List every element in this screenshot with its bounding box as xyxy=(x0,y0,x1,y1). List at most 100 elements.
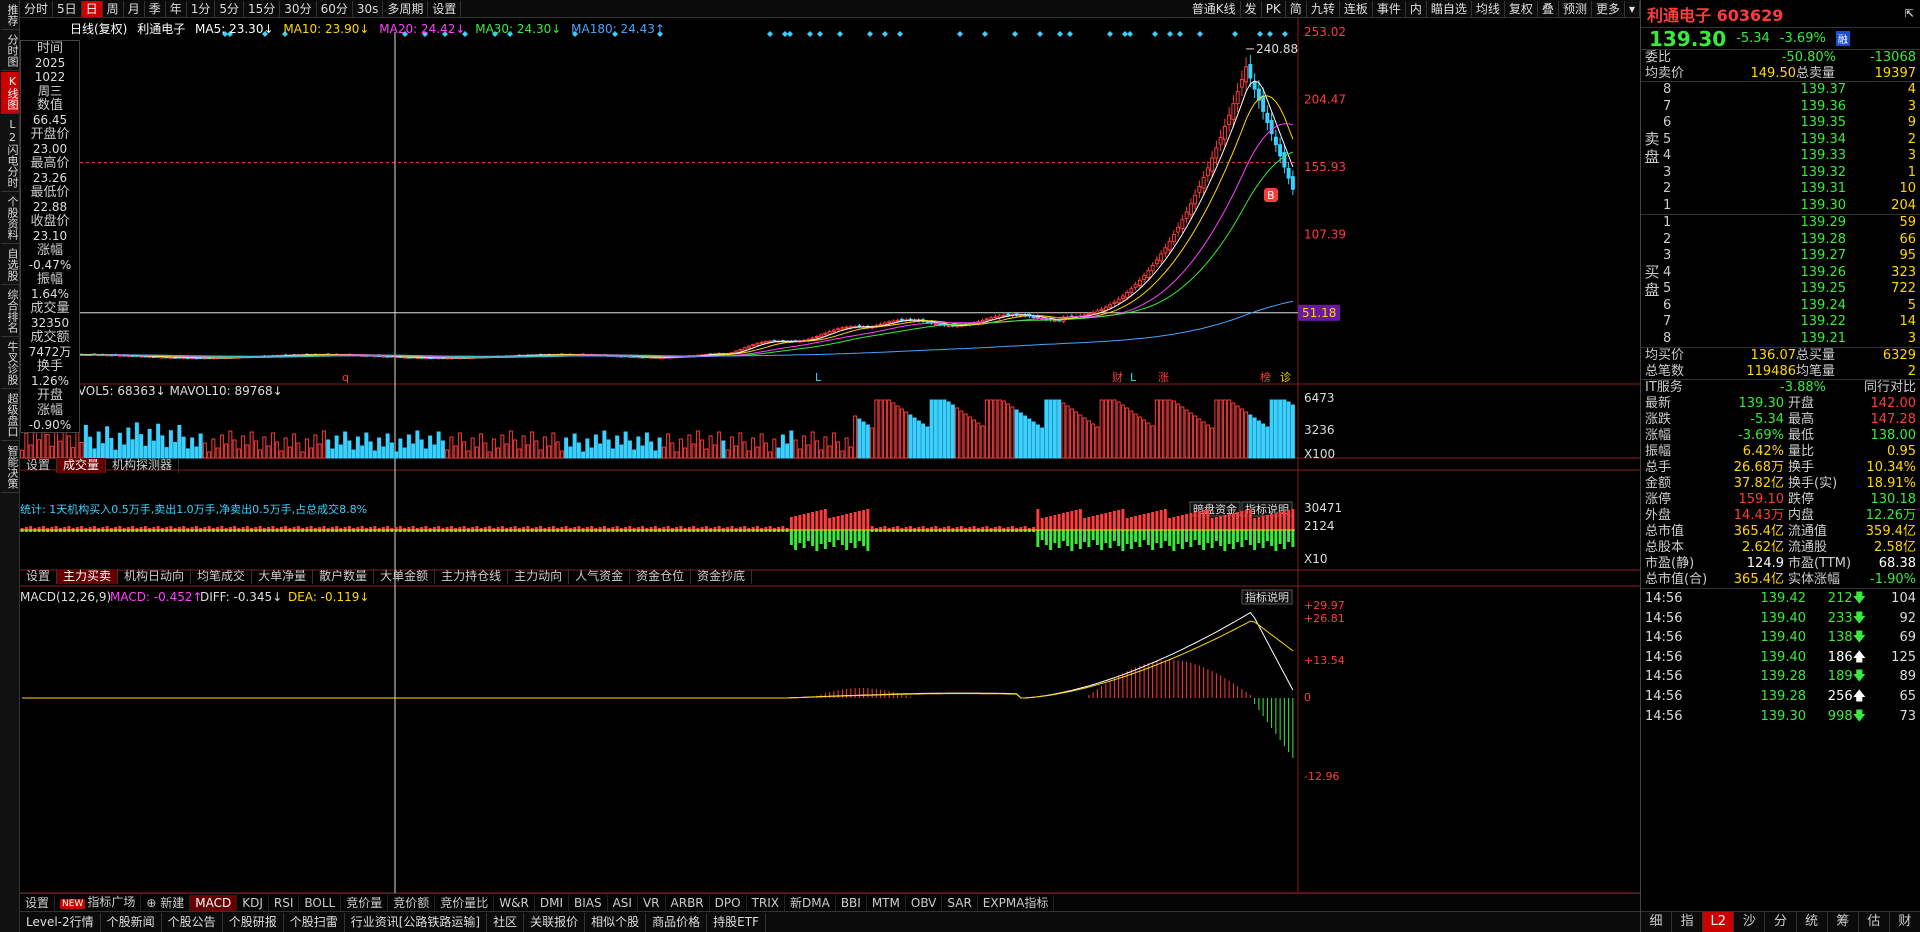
fund-tab-0[interactable]: 设置 xyxy=(20,569,58,584)
bottom-link-1[interactable]: 个股新闻 xyxy=(101,912,162,932)
sell-row[interactable]: 3 139.32 1 xyxy=(1641,165,1920,182)
indicator-tab-20[interactable]: MTM xyxy=(867,894,906,911)
indicator-tab-16[interactable]: DPO xyxy=(710,894,747,911)
tick-list[interactable]: 14:56 139.42 212🡇 104 14:56 139.40 233🡇 92 14:56… xyxy=(1641,589,1920,726)
event-marker[interactable]: L xyxy=(815,371,822,384)
fund-tab-6[interactable]: 大单金额 xyxy=(374,569,436,584)
tool-button-11[interactable]: 叠 xyxy=(1538,0,1559,17)
bottom-link-7[interactable]: 关联报价 xyxy=(524,912,586,932)
indicator-tab-21[interactable]: OBV xyxy=(906,894,943,911)
indicator-tab-9[interactable]: 竞价量比 xyxy=(435,894,495,911)
sell-row[interactable]: 6 139.35 9 xyxy=(1641,115,1920,132)
period-button-14[interactable]: 设置 xyxy=(428,0,462,17)
period-button-0[interactable]: 分时 xyxy=(20,0,54,17)
bottom-link-6[interactable]: 社区 xyxy=(487,912,525,932)
indicator-tab-12[interactable]: BIAS xyxy=(569,894,608,911)
period-button-12[interactable]: 30s xyxy=(353,0,384,17)
tool-button-12[interactable]: 预测 xyxy=(1559,0,1592,17)
sell-row[interactable]: 2 139.31 10 xyxy=(1641,181,1920,198)
event-marker[interactable]: q xyxy=(342,371,349,384)
period-button-11[interactable]: 60分 xyxy=(317,0,353,17)
tick-row[interactable]: 14:56 139.30 998🡇 73 xyxy=(1641,707,1920,727)
buy-row[interactable]: 6 139.24 5 xyxy=(1641,298,1920,315)
tool-button-9[interactable]: 均线 xyxy=(1472,0,1505,17)
left-nav-item-6[interactable]: 综合排名 xyxy=(1,286,19,337)
fund-tab-3[interactable]: 均笔成交 xyxy=(191,569,253,584)
vol-tab-0[interactable]: 设置 xyxy=(20,458,58,473)
quote-tab-6[interactable]: 筹 xyxy=(1828,912,1859,932)
period-button-6[interactable]: 年 xyxy=(166,0,187,17)
dropdown-icon[interactable]: ▾ xyxy=(1625,0,1640,17)
period-button-7[interactable]: 1分 xyxy=(187,0,216,17)
tool-button-6[interactable]: 事件 xyxy=(1373,0,1406,17)
fund-tab-9[interactable]: 人气资金 xyxy=(569,569,631,584)
fund-tab-2[interactable]: 机构日动向 xyxy=(118,569,192,584)
quote-tab-1[interactable]: 指 xyxy=(1672,912,1704,932)
pin-icon[interactable]: ⇱ xyxy=(1905,7,1914,20)
kline-chart-area[interactable]: 253.02204.47155.93107.3951.18240.88q L 财 L 涨… xyxy=(20,18,1640,911)
peer-compare-link[interactable]: 同行对比 xyxy=(1826,380,1916,396)
tick-row[interactable]: 14:56 139.40 138🡇 69 xyxy=(1641,628,1920,648)
tick-row[interactable]: 14:56 139.28 189🡇 89 xyxy=(1641,667,1920,687)
period-button-3[interactable]: 周 xyxy=(103,0,124,17)
period-button-4[interactable]: 月 xyxy=(124,0,145,17)
tool-button-5[interactable]: 连板 xyxy=(1340,0,1373,17)
indicator-tab-0[interactable]: 设置 xyxy=(20,894,56,911)
left-nav-item-9[interactable]: 智能决策 xyxy=(1,442,19,493)
sell-row[interactable]: 4 139.33 3 xyxy=(1641,148,1920,165)
event-marker[interactable]: 诊 xyxy=(1280,370,1291,384)
tool-button-2[interactable]: PK xyxy=(1262,0,1286,17)
buy-row[interactable]: 7 139.22 14 xyxy=(1641,314,1920,331)
vol-tab-2[interactable]: 机构探测器 xyxy=(106,458,180,473)
sell-row[interactable]: 1 139.30 204 xyxy=(1641,198,1920,215)
fund-tab-8[interactable]: 主力动向 xyxy=(508,569,570,584)
left-nav-item-0[interactable]: 推荐 xyxy=(1,1,19,30)
vol-tab-1[interactable]: 成交量 xyxy=(57,458,107,473)
fund-tab-7[interactable]: 主力持仓线 xyxy=(435,569,509,584)
left-nav-item-8[interactable]: 超级盘口 xyxy=(1,390,19,441)
sell-row[interactable]: 5 139.34 2 xyxy=(1641,132,1920,149)
indicator-tab-18[interactable]: 新DMA xyxy=(785,894,836,911)
indicator-tab-2[interactable]: ⊕ 新建 xyxy=(141,894,191,911)
buy-row[interactable]: 5 139.25 722 xyxy=(1641,281,1920,298)
bottom-link-4[interactable]: 个股扫雷 xyxy=(284,912,345,932)
indicator-tab-14[interactable]: VR xyxy=(638,894,666,911)
tool-button-8[interactable]: 瞄自选 xyxy=(1427,0,1472,17)
tool-button-13[interactable]: 更多 xyxy=(1592,0,1625,17)
fund-tab-4[interactable]: 大单净量 xyxy=(252,569,314,584)
bottom-link-9[interactable]: 商品价格 xyxy=(646,912,708,932)
tool-button-7[interactable]: 内 xyxy=(1406,0,1427,17)
period-button-2[interactable]: 日 xyxy=(81,0,103,17)
indicator-tab-15[interactable]: ARBR xyxy=(666,894,710,911)
tool-button-1[interactable]: 发 xyxy=(1241,0,1262,17)
sell-row[interactable]: 8 139.37 4 xyxy=(1641,82,1920,99)
bottom-link-3[interactable]: 个股研报 xyxy=(223,912,284,932)
indicator-tab-22[interactable]: SAR xyxy=(942,894,978,911)
bottom-link-10[interactable]: 持股ETF xyxy=(707,912,766,932)
fund-tab-5[interactable]: 散户数量 xyxy=(313,569,375,584)
indicator-tab-13[interactable]: ASI xyxy=(608,894,638,911)
event-marker[interactable]: 财 xyxy=(1112,370,1123,384)
quote-tab-3[interactable]: 沙 xyxy=(1734,912,1766,932)
left-nav-item-4[interactable]: 个股资料 xyxy=(1,193,19,244)
tool-button-10[interactable]: 复权 xyxy=(1505,0,1538,17)
left-nav-item-1[interactable]: 分时图 xyxy=(1,31,19,71)
indicator-tab-5[interactable]: RSI xyxy=(269,894,300,911)
quote-tab-0[interactable]: 细 xyxy=(1641,912,1673,932)
buy-row[interactable]: 8 139.21 3 xyxy=(1641,331,1920,348)
tick-row[interactable]: 14:56 139.42 212🡇 104 xyxy=(1641,589,1920,609)
fund-tab-10[interactable]: 资金仓位 xyxy=(630,569,692,584)
left-nav-item-5[interactable]: 自选股 xyxy=(1,245,19,285)
left-nav-item-2[interactable]: K线图 xyxy=(1,72,19,114)
indicator-tab-3[interactable]: MACD xyxy=(190,894,238,911)
period-button-13[interactable]: 多周期 xyxy=(383,0,429,17)
period-button-9[interactable]: 15分 xyxy=(244,0,281,17)
buy-row[interactable]: 4 139.26 323 xyxy=(1641,265,1920,282)
bottom-link-2[interactable]: 个股公告 xyxy=(162,912,223,932)
indicator-tab-17[interactable]: TRIX xyxy=(747,894,785,911)
left-nav-item-3[interactable]: L2闪电分时 xyxy=(1,115,19,192)
sell-row[interactable]: 7 139.36 3 xyxy=(1641,99,1920,116)
quote-tab-7[interactable]: 估 xyxy=(1859,912,1890,932)
indicator-tab-23[interactable]: EXPMA指标 xyxy=(978,894,1055,911)
sector-row[interactable]: IT服务 -3.88% 同行对比 xyxy=(1641,380,1920,396)
